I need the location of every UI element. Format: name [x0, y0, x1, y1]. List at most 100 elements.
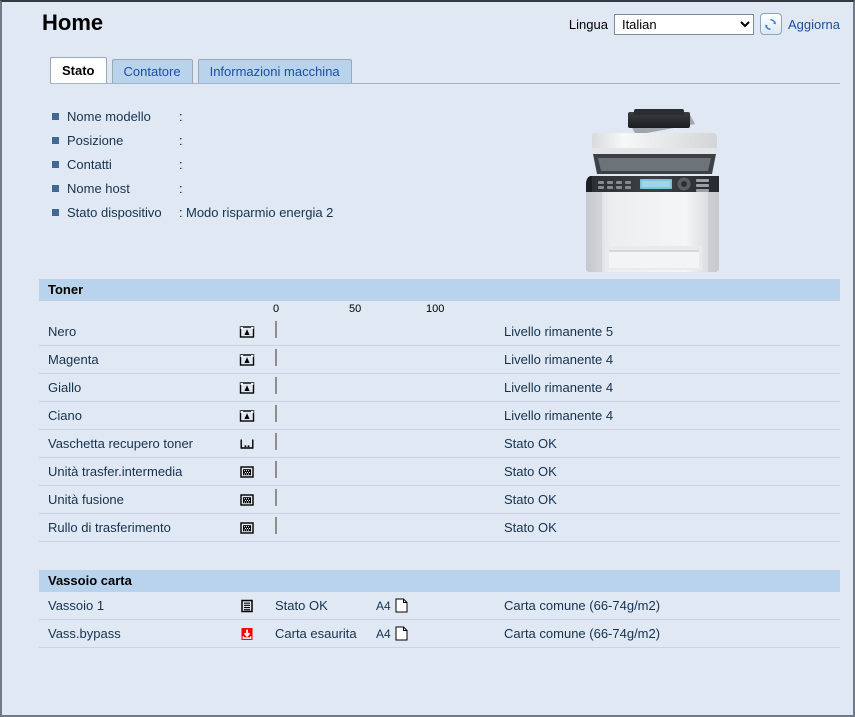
unit-gauge: [275, 489, 438, 509]
info-colon: :: [179, 132, 183, 148]
unit-status: Stato OK: [504, 436, 557, 451]
toner-gauge: [275, 405, 438, 425]
toner-status: Livello rimanente 4: [504, 408, 614, 423]
toner-scale: 0 50 100: [39, 301, 840, 318]
scale-mid-label: 50: [349, 303, 362, 315]
unit-status: Stato OK: [504, 520, 557, 535]
language-selector-area: Lingua Italian Aggiorna: [569, 13, 840, 35]
toner-cartridge-icon: [238, 351, 256, 369]
toner-status: Livello rimanente 4: [504, 380, 614, 395]
scale-max-label: 100: [426, 303, 445, 315]
unit-gauge: [275, 461, 438, 481]
table-row: Ciano Livello rimanente 4: [39, 402, 840, 430]
tray-paper-size: A4: [376, 598, 408, 613]
device-info-area: Nome modello : Posizione : Contatti : No…: [2, 104, 853, 279]
paper-tray-section: Vassoio carta Vassoio 1 Stato OK A4 Cart…: [39, 570, 840, 648]
page-icon: [395, 598, 408, 613]
refresh-icon: [765, 18, 777, 30]
info-colon: :: [179, 204, 183, 220]
language-select[interactable]: Italian: [613, 13, 754, 35]
info-row-hostname: Nome host :: [52, 176, 333, 200]
toner-section-header: Toner: [39, 279, 840, 301]
transfer-unit-icon: [238, 463, 256, 481]
toner-name: Magenta: [48, 352, 99, 367]
page-header: Home Lingua Italian Aggiorna: [2, 2, 853, 48]
toner-name: Nero: [48, 324, 77, 339]
paper-empty-alert-icon: [238, 625, 256, 643]
info-label: Contatti: [67, 156, 112, 172]
page-title: Home: [42, 10, 104, 35]
toner-gauge: [275, 377, 438, 397]
toner-cartridge-icon: [238, 407, 256, 425]
tray-status: Stato OK: [275, 598, 328, 613]
page-icon: [395, 626, 408, 641]
toner-gauge: [275, 321, 438, 341]
paper-stack-icon: [238, 597, 256, 615]
info-row-device-status: Stato dispositivo : Modo risparmio energ…: [52, 200, 333, 224]
bullet-icon: [52, 136, 59, 144]
transfer-roller-icon: [238, 519, 256, 537]
tray-media-type: Carta comune (66-74g/m2): [504, 598, 661, 613]
toner-name: Vaschetta recupero toner: [48, 436, 194, 451]
unit-gauge: [275, 517, 438, 537]
tray-size-label: A4: [376, 626, 391, 641]
unit-status: Stato OK: [504, 464, 557, 479]
tray-size-label: A4: [376, 598, 391, 613]
printer-illustration: [586, 109, 719, 272]
tray-status: Carta esaurita: [275, 626, 357, 641]
info-row-contacts: Contatti :: [52, 152, 333, 176]
toner-name: Giallo: [48, 380, 82, 395]
info-colon: :: [179, 108, 183, 124]
bullet-icon: [52, 112, 59, 120]
table-row: Giallo Livello rimanente 4: [39, 374, 840, 402]
toner-cartridge-icon: [238, 323, 256, 341]
tab-divider: [50, 83, 840, 84]
bullet-icon: [52, 184, 59, 192]
tray-name: Vass.bypass: [48, 626, 121, 641]
tray-name: Vassoio 1: [48, 598, 105, 613]
tab-informazioni-macchina[interactable]: Informazioni macchina: [197, 59, 352, 83]
waste-toner-bottle-icon: [238, 435, 256, 453]
unit-name: Rullo di trasferimento: [48, 520, 171, 535]
tab-stato[interactable]: Stato: [50, 57, 107, 83]
info-value: Modo risparmio energia 2: [186, 204, 334, 220]
fuser-unit-icon: [238, 491, 256, 509]
toner-name: Ciano: [48, 408, 82, 423]
table-row: Vaschetta recupero toner Stato OK: [39, 430, 840, 458]
unit-name: Unità fusione: [48, 492, 124, 507]
info-label: Nome host: [67, 180, 130, 196]
table-row: Nero Livello rimanente 5: [39, 318, 840, 346]
table-row: Rullo di trasferimento Stato OK: [39, 514, 840, 542]
device-info-list: Nome modello : Posizione : Contatti : No…: [52, 104, 333, 224]
tab-contatore[interactable]: Contatore: [111, 59, 193, 83]
info-colon: :: [179, 180, 183, 196]
info-row-location: Posizione :: [52, 128, 333, 152]
toner-status: Livello rimanente 5: [504, 324, 614, 339]
unit-gauge: [275, 433, 438, 453]
scale-min-label: 0: [273, 303, 280, 315]
table-row: Vass.bypass Carta esaurita A4 Carta comu…: [39, 620, 840, 648]
info-label: Stato dispositivo: [67, 204, 162, 220]
info-label: Nome modello: [67, 108, 151, 124]
language-label: Lingua: [568, 16, 608, 32]
toner-gauge: [275, 349, 438, 369]
table-row: Vassoio 1 Stato OK A4 Carta comune (66-7…: [39, 592, 840, 620]
tab-bar: Stato Contatore Informazioni macchina: [50, 54, 853, 83]
tray-media-type: Carta comune (66-74g/m2): [504, 626, 661, 641]
tray-paper-size: A4: [376, 626, 408, 641]
refresh-link[interactable]: Aggiorna: [788, 17, 840, 32]
table-row: Unità fusione Stato OK: [39, 486, 840, 514]
bullet-icon: [52, 208, 59, 216]
table-row: Unità trasfer.intermedia Stato OK: [39, 458, 840, 486]
unit-status: Stato OK: [504, 492, 557, 507]
toner-cartridge-icon: [238, 379, 256, 397]
bullet-icon: [52, 160, 59, 168]
toner-status: Livello rimanente 4: [504, 352, 614, 367]
info-row-model: Nome modello :: [52, 104, 333, 128]
printer-status-page: Home Lingua Italian Aggiorna Stato Conta…: [2, 2, 853, 715]
info-colon: :: [179, 156, 183, 172]
info-label: Posizione: [67, 132, 124, 148]
refresh-button[interactable]: [759, 13, 782, 35]
unit-name: Unità trasfer.intermedia: [48, 464, 183, 479]
paper-tray-section-header: Vassoio carta: [39, 570, 840, 592]
